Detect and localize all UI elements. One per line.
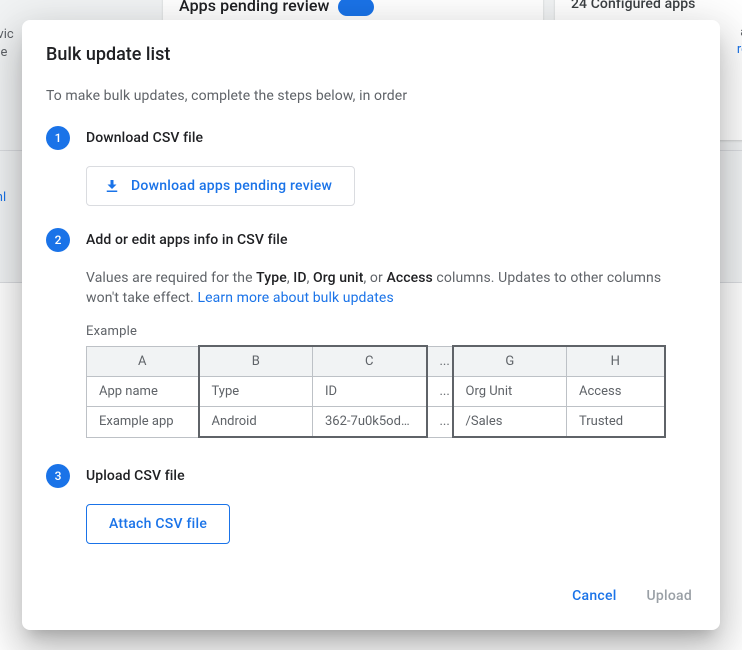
header-b: B xyxy=(199,346,313,377)
header-g: G xyxy=(453,346,567,377)
cell-b1: Type xyxy=(199,377,313,407)
bg-card1-title: Apps pending review xyxy=(179,0,330,15)
cell-d2: ... xyxy=(427,407,453,438)
header-a: A xyxy=(87,346,199,377)
dialog-intro: To make bulk updates, complete the steps… xyxy=(46,88,696,104)
step-1-title: Download CSV file xyxy=(86,126,696,150)
bold-access: Access xyxy=(386,270,432,286)
table-row: Example app Android 362-7u0k5odv... ... … xyxy=(87,407,665,438)
header-h: H xyxy=(567,346,665,377)
download-csv-button[interactable]: Download apps pending review xyxy=(86,166,355,206)
step-3-title: Upload CSV file xyxy=(86,464,696,488)
table-row: App name Type ID ... Org Unit Access xyxy=(87,377,665,407)
bg-card2-title: 24 Configured apps xyxy=(555,0,742,12)
attach-csv-button[interactable]: Attach CSV file xyxy=(86,504,230,544)
cancel-button[interactable]: Cancel xyxy=(568,580,620,612)
cell-c1: ID xyxy=(313,377,427,407)
bold-orgunit: Org unit xyxy=(313,270,364,286)
desc-pre: Values are required for the xyxy=(86,270,256,286)
cell-a1: App name xyxy=(87,377,199,407)
cell-h2: Trusted xyxy=(567,407,665,438)
header-ellipsis: ... xyxy=(427,346,453,377)
cell-g1: Org Unit xyxy=(453,377,567,407)
sep3: , or xyxy=(364,270,387,286)
step-1: 1 Download CSV file Download apps pendin… xyxy=(46,126,696,206)
example-table: A B C ... G H App name Type ID xyxy=(86,345,666,438)
bulk-update-dialog: Bulk update list To make bulk updates, c… xyxy=(22,20,720,630)
cell-b2: Android xyxy=(199,407,313,438)
step-2: 2 Add or edit apps info in CSV file Valu… xyxy=(46,228,696,438)
step-2-title: Add or edit apps info in CSV file xyxy=(86,228,696,252)
attach-button-label: Attach CSV file xyxy=(109,516,207,532)
dialog-actions: Cancel Upload xyxy=(22,580,720,630)
download-button-label: Download apps pending review xyxy=(131,178,332,194)
cell-d1: ... xyxy=(427,377,453,407)
step-number-2: 2 xyxy=(46,228,70,252)
cell-h1: Access xyxy=(567,377,665,407)
learn-more-link[interactable]: Learn more about bulk updates xyxy=(197,290,393,306)
example-label: Example xyxy=(86,324,696,339)
bg-link-left: wnl xyxy=(0,190,6,205)
cell-a2: Example app xyxy=(87,407,199,438)
bold-id: ID xyxy=(293,270,306,286)
header-c: C xyxy=(313,346,427,377)
cell-c2: 362-7u0k5odv... xyxy=(313,407,427,438)
upload-button[interactable]: Upload xyxy=(643,580,696,612)
step-3: 3 Upload CSV file Attach CSV file xyxy=(46,464,696,544)
bold-type: Type xyxy=(256,270,287,286)
bg-text-left: ervic que xyxy=(0,26,14,62)
table-header-row: A B C ... G H xyxy=(87,346,665,377)
dialog-title: Bulk update list xyxy=(46,44,696,65)
step-2-description: Values are required for the Type, ID, Or… xyxy=(86,268,696,308)
cell-g2: /Sales xyxy=(453,407,567,438)
bg-text-right-more: re xyxy=(737,42,742,57)
step-number-1: 1 xyxy=(46,126,70,150)
dialog-body: Bulk update list To make bulk updates, c… xyxy=(22,20,720,580)
step-number-3: 3 xyxy=(46,464,70,488)
badge-new xyxy=(338,0,374,16)
download-icon xyxy=(103,177,121,195)
